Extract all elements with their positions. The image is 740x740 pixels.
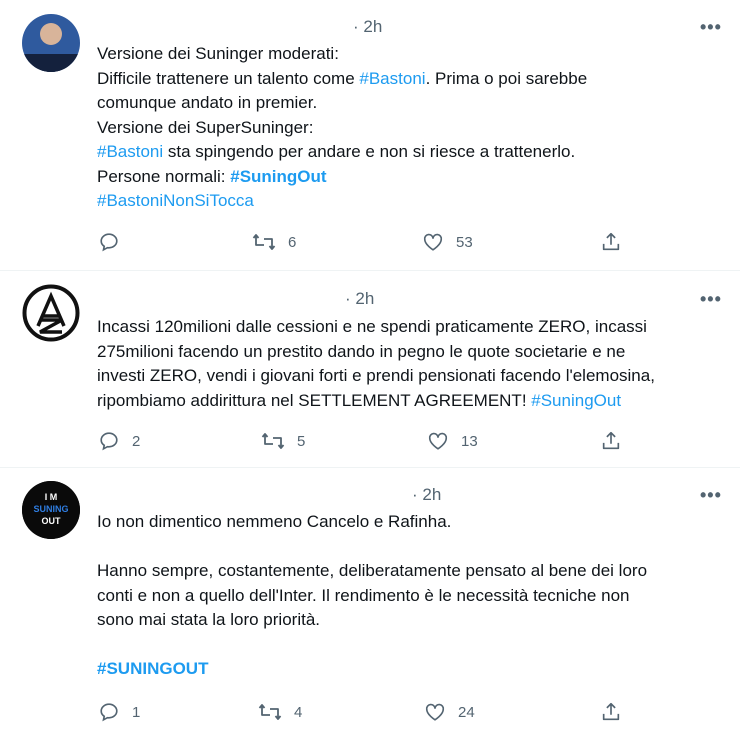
tweet-text-line: sono mai stata la loro priorità. (97, 608, 727, 633)
tweet-text-line: comunque andato in premier. (97, 91, 727, 116)
avatar[interactable] (22, 284, 80, 342)
tweet-text-line: investi ZERO, vendi i giovani forti e pr… (97, 364, 727, 389)
text-segment: conti e non a quello dell'Inter. Il rend… (97, 585, 630, 605)
tweet-text-line: Versione dei Suninger moderati: (97, 42, 727, 67)
hashtag-link[interactable]: #SuningOut (531, 391, 621, 410)
retweet-button[interactable]: 5 (261, 430, 305, 452)
share-icon (602, 431, 620, 450)
timestamp[interactable]: · 2h (412, 485, 441, 505)
tweet[interactable]: · 2h ••• Versione dei Suninger moderati:… (0, 0, 740, 271)
reply-button[interactable] (98, 231, 132, 253)
share-icon (602, 702, 620, 721)
like-count: 13 (461, 432, 478, 450)
text-segment: Versione dei Suninger moderati: (97, 44, 339, 63)
tweet-text-line: ripombiamo addirittura nel SETTLEMENT AG… (97, 389, 727, 414)
like-icon (423, 233, 443, 251)
retweet-icon (258, 704, 282, 720)
text-segment: comunque andato in premier. (97, 93, 318, 112)
more-options-icon[interactable]: ••• (700, 289, 722, 310)
text-segment: Hanno sempre, costantemente, deliberatam… (97, 561, 648, 580)
more-options-icon[interactable]: ••• (700, 17, 722, 38)
text-segment: ripombiamo addirittura nel SETTLEMENT AG… (97, 390, 532, 410)
tweet-text-line: 275milioni facendo un prestito dando in … (97, 340, 727, 365)
hashtag-link[interactable]: #Bastoni (97, 142, 163, 161)
share-button[interactable] (600, 701, 622, 723)
timestamp[interactable]: · 2h (345, 289, 374, 309)
tweet-text: Io non dimentico nemmeno Cancelo e Rafin… (97, 510, 727, 682)
hashtag-link[interactable]: #BastoniNonSiTocca (97, 191, 254, 210)
text-segment: sono mai stata la loro priorità. (97, 610, 320, 629)
reply-button[interactable]: 2 (98, 430, 140, 452)
reply-icon (100, 703, 118, 722)
hashtag-link[interactable]: #Bastoni (359, 69, 425, 88)
avatar[interactable] (22, 14, 80, 72)
reply-icon (100, 432, 118, 451)
tweet-text-line: conti e non a quello dell'Inter. Il rend… (97, 584, 727, 609)
avatar-text: SUNING (33, 504, 68, 514)
text-segment: Versione dei SuperSuninger: (97, 117, 314, 137)
text-segment: investi ZERO, vendi i giovani forti e pr… (97, 366, 655, 385)
share-button[interactable] (600, 430, 622, 452)
hashtag-link[interactable]: #SuningOut (230, 167, 326, 186)
text-segment: Io non dimentico nemmeno Cancelo e Rafin… (97, 512, 452, 531)
tweet-text-line: Incassi 120milioni dalle cessioni e ne s… (97, 315, 727, 340)
retweet-count: 4 (294, 703, 303, 721)
retweet-button[interactable]: 6 (252, 231, 296, 253)
more-options-icon[interactable]: ••• (700, 485, 722, 506)
avatar[interactable]: I M SUNING OUT (22, 481, 80, 539)
tweet-text-line (97, 535, 727, 560)
tweet-text: Versione dei Suninger moderati: Difficile… (97, 42, 727, 214)
reply-count: 1 (132, 703, 141, 721)
retweet-button[interactable]: 4 (258, 701, 302, 723)
tweet-text-line: Versione dei SuperSuninger: (97, 116, 727, 141)
text-segment: sta spingendo per andare e non si riesce… (163, 142, 576, 161)
like-count: 53 (456, 233, 473, 251)
share-button[interactable] (600, 231, 622, 253)
tweet-text: Incassi 120milioni dalle cessioni e ne s… (97, 315, 727, 413)
retweet-count: 5 (297, 432, 306, 450)
text-segment: Persone normali: (97, 166, 231, 186)
tweet-text-line: Persone normali: #SuningOut (97, 165, 727, 190)
text-segment: . Prima o poi sarebbe (425, 68, 588, 88)
tweet-text-line: Difficile trattenere un talento come #Ba… (97, 67, 727, 92)
retweet-count: 6 (288, 233, 297, 251)
tweet[interactable]: · 2h ••• Incassi 120milioni dalle cessio… (0, 270, 740, 468)
reply-count: 2 (132, 432, 141, 450)
like-count: 24 (458, 703, 475, 721)
like-button[interactable]: 13 (427, 430, 478, 452)
hashtag-link[interactable]: #SUNINGOUT (97, 659, 208, 678)
tweet-text-line: #BastoniNonSiTocca (97, 189, 727, 214)
tweet-text-line (97, 633, 727, 658)
avatar-text: I M (45, 492, 58, 502)
text-segment: Incassi 120milioni dalle cessioni e ne s… (97, 317, 647, 336)
reply-button[interactable]: 1 (98, 701, 140, 723)
tweet-text-line: #Bastoni sta spingendo per andare e non … (97, 140, 727, 165)
tweet-text-line: Io non dimentico nemmeno Cancelo e Rafin… (97, 510, 727, 535)
tweet-text-line: Hanno sempre, costantemente, deliberatam… (97, 559, 727, 584)
retweet-icon (261, 433, 285, 449)
tweet-text-line: #SUNINGOUT (97, 657, 727, 682)
avatar-text: OUT (42, 516, 62, 526)
share-icon (602, 232, 620, 251)
text-segment: 275milioni facendo un prestito dando in … (97, 341, 626, 361)
text-segment: Difficile trattenere un talento come (97, 68, 360, 88)
like-icon (425, 703, 445, 721)
reply-icon (100, 233, 118, 252)
like-icon (428, 432, 448, 450)
like-button[interactable]: 53 (422, 231, 473, 253)
retweet-icon (252, 234, 276, 250)
timestamp[interactable]: · 2h (353, 17, 382, 37)
tweet[interactable]: I M SUNING OUT · 2h ••• Io non dimentico… (0, 467, 740, 740)
like-button[interactable]: 24 (424, 701, 475, 723)
